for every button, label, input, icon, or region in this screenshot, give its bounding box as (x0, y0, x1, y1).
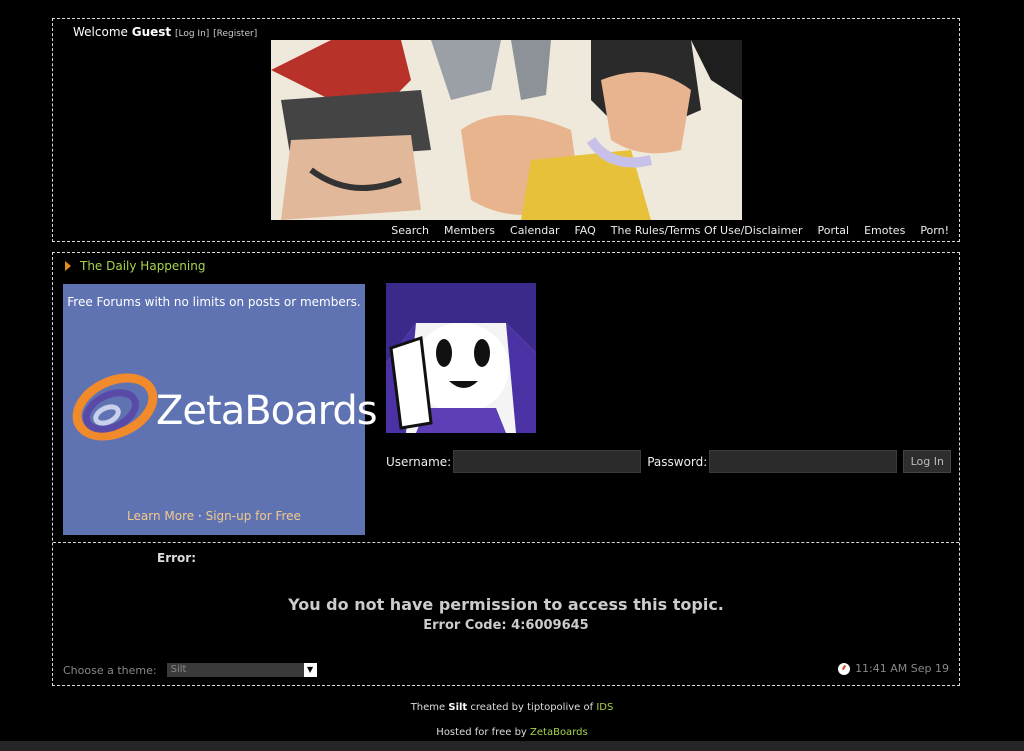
clock-icon (838, 662, 851, 675)
section-title-text: The Daily Happening (80, 259, 206, 273)
credits-theme-prefix: Theme (410, 702, 446, 713)
zetaboards-ad[interactable]: Free Forums with no limits on posts or m… (63, 284, 378, 535)
credits-created-by: created by tiptopolive of (470, 702, 594, 713)
nav-calendar[interactable]: Calendar (510, 224, 559, 237)
ad-bottom-links: Learn More · Sign-up for Free (63, 509, 365, 523)
nav-emotes[interactable]: Emotes (864, 224, 905, 237)
arrow-right-icon (65, 261, 71, 271)
zetaboards-logo-icon (72, 373, 158, 441)
nav-faq[interactable]: FAQ (574, 224, 595, 237)
theme-label: Choose a theme: (63, 663, 157, 677)
nav-members[interactable]: Members (444, 224, 495, 237)
theme-chooser: Choose a theme: Silt ▼ (63, 663, 317, 677)
ad-separator: · (194, 509, 206, 523)
time-display: 11:41 AM Sep 19 (838, 662, 949, 675)
chevron-down-icon[interactable]: ▼ (303, 663, 317, 677)
ad-logo-text: ZetaBoards (156, 388, 378, 434)
nav-rules[interactable]: The Rules/Terms Of Use/Disclaimer (611, 224, 803, 237)
nav-porn[interactable]: Porn! (920, 224, 949, 237)
theme-select[interactable]: Silt ▼ (166, 663, 317, 677)
login-button[interactable]: Log In (903, 450, 952, 473)
error-code: Error Code: 4:6009645 (423, 618, 589, 633)
password-input[interactable] (709, 450, 898, 473)
current-time: 11:41 AM Sep 19 (855, 662, 949, 675)
nav-portal[interactable]: Portal (817, 224, 849, 237)
register-link[interactable]: [Register] (213, 29, 257, 39)
credits-hosted-prefix: Hosted for free by (436, 727, 527, 738)
password-label: Password: (647, 454, 708, 469)
login-link[interactable]: [Log In] (175, 29, 209, 39)
mascot-avatar-image (386, 283, 536, 433)
section-divider (53, 542, 959, 543)
username-input[interactable] (453, 450, 642, 473)
theme-select-value: Silt (170, 664, 187, 675)
welcome-text: Welcome Guest [Log In] [Register] (73, 25, 257, 39)
main-nav: Search Members Calendar FAQ The Rules/Te… (376, 224, 949, 237)
ad-signup-link[interactable]: Sign-up for Free (206, 509, 301, 523)
username-label: Username: (386, 454, 452, 469)
credits-host-link[interactable]: ZetaBoards (530, 727, 588, 738)
error-message: You do not have permission to access thi… (288, 595, 724, 614)
welcome-prefix: Welcome (73, 25, 128, 39)
ad-learn-more-link[interactable]: Learn More (127, 509, 194, 523)
section-title: The Daily Happening (65, 259, 205, 273)
error-label: Error: (157, 551, 196, 565)
theme-credits: Theme Silt created by tiptopolive of IDS (0, 702, 1024, 713)
login-form: Username: Password: Log In (386, 450, 952, 473)
header-panel: Welcome Guest [Log In] [Register] Search… (52, 18, 960, 242)
host-credits: Hosted for free by ZetaBoards (0, 727, 1024, 738)
forum-banner-image (271, 40, 742, 220)
credits-theme-name: Silt (448, 702, 468, 713)
bottom-strip (0, 741, 1024, 751)
ad-top-text: Free Forums with no limits on posts or m… (67, 295, 361, 309)
nav-search[interactable]: Search (391, 224, 429, 237)
content-panel: The Daily Happening Free Forums with no … (52, 252, 960, 686)
credits-ids-link[interactable]: IDS (596, 702, 613, 713)
user-name: Guest (131, 25, 172, 39)
